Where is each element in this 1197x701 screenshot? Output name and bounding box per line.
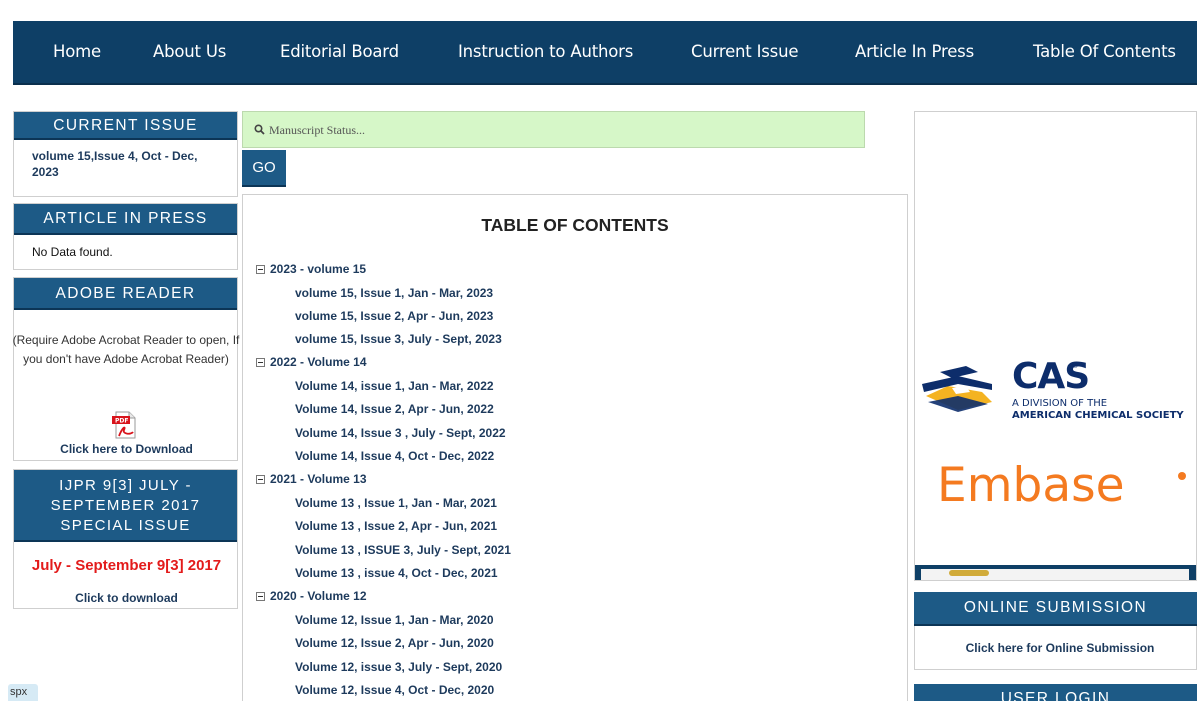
nav-current-issue[interactable]: Current Issue: [691, 42, 798, 61]
nav-editorial-board[interactable]: Editorial Board: [280, 42, 399, 61]
collapse-icon[interactable]: [256, 358, 265, 367]
nav-table-of-contents[interactable]: Table Of Contents: [1033, 42, 1176, 61]
special-issue-panel: IJPR 9[3] JULY - SEPTEMBER 2017 SPECIAL …: [13, 469, 238, 609]
toc-issue-link[interactable]: Volume 13 , ISSUE 3, July - Sept, 2021: [295, 543, 511, 557]
svg-text:PDF: PDF: [115, 418, 128, 425]
nav-instruction-to-authors[interactable]: Instruction to Authors: [458, 42, 633, 61]
adobe-reader-panel: ADOBE READER (Require Adobe Acrobat Read…: [13, 277, 239, 461]
current-issue-link[interactable]: volume 15,Issue 4, Oct - Dec, 2023: [14, 140, 237, 180]
special-issue-download-link[interactable]: Click to download: [14, 591, 239, 605]
article-in-press-empty-text: No Data found.: [32, 245, 113, 259]
cas-subtitle-2: AMERICAN CHEMICAL SOCIETY: [1012, 410, 1184, 421]
toc-issue-link[interactable]: Volume 13 , issue 4, Oct - Dec, 2021: [295, 566, 498, 580]
toc-panel: TABLE OF CONTENTS 2023 - volume 15 volum…: [242, 194, 908, 701]
toc-issue-link[interactable]: Volume 12, Issue 2, Apr - Jun, 2020: [295, 636, 494, 650]
collapse-icon[interactable]: [256, 475, 265, 484]
online-submission-link[interactable]: Click here for Online Submission: [915, 641, 1197, 655]
toc-issue-link[interactable]: Volume 14, Issue 2, Apr - Jun, 2022: [295, 402, 494, 416]
toc-year-2020[interactable]: 2020 - Volume 12: [256, 589, 367, 603]
online-submission-heading: ONLINE SUBMISSION: [914, 592, 1197, 626]
toc-issue-link[interactable]: Volume 13 , Issue 2, Apr - Jun, 2021: [295, 519, 497, 533]
special-issue-title: July - September 9[3] 2017: [31, 557, 222, 574]
toc-issue-link[interactable]: volume 15, Issue 1, Jan - Mar, 2023: [295, 286, 493, 300]
current-issue-panel: CURRENT ISSUE volume 15,Issue 4, Oct - D…: [13, 111, 238, 197]
user-login-heading: USER LOGIN: [914, 684, 1197, 701]
toc-issue-link[interactable]: volume 15, Issue 2, Apr - Jun, 2023: [295, 309, 493, 323]
cas-logo-icon: [922, 366, 992, 412]
nav-about-us[interactable]: About Us: [153, 42, 226, 61]
toc-issue-link[interactable]: Volume 14, Issue 4, Oct - Dec, 2022: [295, 449, 494, 463]
article-in-press-heading: ARTICLE IN PRESS: [14, 204, 237, 235]
toc-issue-link[interactable]: Volume 12, Issue 1, Jan - Mar, 2020: [295, 613, 494, 627]
toc-title: TABLE OF CONTENTS: [481, 215, 669, 235]
corner-tab[interactable]: spx: [8, 684, 38, 701]
nav-home[interactable]: Home: [53, 42, 101, 61]
registered-mark: ®: [1072, 361, 1078, 370]
search-placeholder: Manuscript Status...: [269, 123, 365, 137]
go-button[interactable]: GO: [242, 150, 286, 187]
collapse-icon[interactable]: [256, 592, 265, 601]
special-issue-heading: IJPR 9[3] JULY - SEPTEMBER 2017 SPECIAL …: [14, 470, 237, 542]
nav-article-in-press[interactable]: Article In Press: [855, 42, 974, 61]
toc-year-2022[interactable]: 2022 - Volume 14: [256, 355, 367, 369]
cas-subtitle-1: A DIVISION OF THE: [1012, 398, 1108, 409]
toc-issue-link[interactable]: volume 15, Issue 3, July - Sept, 2023: [295, 332, 502, 346]
indexing-banner: CAS ® A DIVISION OF THE AMERICAN CHEMICA…: [914, 111, 1197, 581]
toc-issue-link[interactable]: Volume 14, issue 1, Jan - Mar, 2022: [295, 379, 494, 393]
online-submission-panel: Click here for Online Submission: [914, 626, 1197, 670]
next-banner-strip: [915, 565, 1196, 580]
pdf-icon[interactable]: PDF: [111, 410, 139, 440]
toc-issue-link[interactable]: Volume 12, Issue 4, Oct - Dec, 2020: [295, 683, 494, 697]
toc-issue-link[interactable]: Volume 12, issue 3, July - Sept, 2020: [295, 660, 502, 674]
article-in-press-panel: ARTICLE IN PRESS No Data found.: [13, 203, 238, 270]
toc-year-2021[interactable]: 2021 - Volume 13: [256, 472, 367, 486]
toc-issue-link[interactable]: Volume 13 , Issue 1, Jan - Mar, 2021: [295, 496, 497, 510]
manuscript-status-input[interactable]: Manuscript Status...: [242, 111, 865, 148]
embase-logo: Embase: [937, 458, 1125, 513]
toc-issue-link[interactable]: Volume 14, Issue 3 , July - Sept, 2022: [295, 426, 506, 440]
embase-dot: [1178, 472, 1186, 480]
main-navbar: Home About Us Editorial Board Instructio…: [13, 21, 1197, 85]
adobe-reader-note: (Require Adobe Acrobat Reader to open, I…: [12, 333, 240, 366]
adobe-reader-heading: ADOBE READER: [14, 278, 237, 310]
adobe-download-link[interactable]: Click here to Download: [14, 442, 239, 456]
search-icon: [254, 124, 265, 135]
toc-year-2023[interactable]: 2023 - volume 15: [256, 262, 366, 276]
collapse-icon[interactable]: [256, 265, 265, 274]
current-issue-heading: CURRENT ISSUE: [14, 112, 237, 140]
